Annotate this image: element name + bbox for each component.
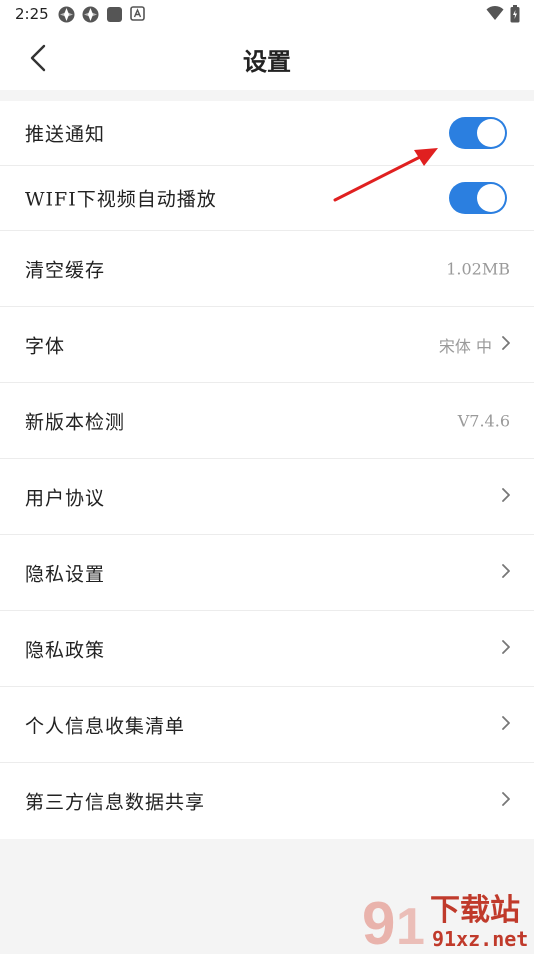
cache-size-value: 1.02MB (446, 259, 510, 278)
page-title: 设置 (243, 48, 291, 76)
a-letter-icon (130, 6, 145, 27)
chevron-right-icon (500, 791, 512, 811)
chevron-right-icon (500, 639, 512, 659)
status-icons-right (486, 5, 520, 27)
setting-row-privacy-policy[interactable]: 隐私政策 (0, 611, 534, 687)
setting-row-push-notification: 推送通知 (0, 101, 534, 166)
setting-row-wifi-autoplay: WIFI下视频自动播放 (0, 166, 534, 231)
setting-row-personal-info-list[interactable]: 个人信息收集清单 (0, 687, 534, 763)
setting-label: 新版本检测 (25, 411, 126, 433)
setting-label: 个人信息收集清单 (25, 715, 186, 737)
setting-control (500, 639, 512, 659)
chevron-right-icon (500, 335, 512, 355)
app-icon (82, 6, 99, 27)
watermark-logo: 9 1 下载站 91xz.net (360, 888, 534, 954)
toggle-knob (477, 184, 505, 212)
app-icon (58, 6, 75, 27)
watermark-url-text: 91xz.net (432, 927, 528, 950)
toggle-knob (477, 119, 505, 147)
setting-row-clear-cache[interactable]: 清空缓存 1.02MB (0, 231, 534, 307)
setting-control: V7.4.6 (458, 411, 510, 430)
setting-control (449, 182, 507, 214)
battery-icon (510, 5, 520, 27)
setting-label: 字体 (25, 335, 66, 357)
setting-label: 隐私设置 (25, 563, 106, 585)
setting-label: WIFI下视频自动播放 (25, 188, 217, 211)
svg-text:9: 9 (362, 890, 395, 950)
header: 设置 (0, 28, 534, 90)
status-time: 2:25 (15, 5, 49, 23)
font-value: 宋体 中 (438, 336, 492, 356)
setting-control (500, 791, 512, 811)
chevron-right-icon (500, 487, 512, 507)
watermark-cn-text: 下载站 (430, 893, 520, 928)
push-notification-toggle[interactable] (449, 117, 507, 149)
svg-text:1: 1 (396, 898, 425, 950)
setting-control (449, 117, 507, 149)
setting-label: 清空缓存 (25, 259, 106, 281)
setting-row-privacy-settings[interactable]: 隐私设置 (0, 535, 534, 611)
setting-row-user-agreement[interactable]: 用户协议 (0, 459, 534, 535)
chevron-right-icon (500, 563, 512, 583)
settings-list: 推送通知 WIFI下视频自动播放 清空缓存 1.02MB 字体 宋体 中 新版本… (0, 101, 534, 839)
setting-label: 用户协议 (25, 487, 106, 509)
setting-control: 1.02MB (446, 259, 510, 278)
red-arrow-annotation (330, 140, 445, 209)
setting-control (500, 715, 512, 735)
wifi-icon (486, 5, 504, 27)
setting-label: 第三方信息数据共享 (25, 791, 206, 814)
setting-control: 宋体 中 (439, 333, 512, 357)
wifi-autoplay-toggle[interactable] (449, 182, 507, 214)
status-bar: 2:25 (0, 0, 534, 28)
setting-control (500, 487, 512, 507)
setting-control (500, 563, 512, 583)
status-icons-left (58, 6, 145, 27)
square-icon (106, 6, 123, 27)
chevron-right-icon (500, 715, 512, 735)
setting-row-version-check[interactable]: 新版本检测 V7.4.6 (0, 383, 534, 459)
version-value: V7.4.6 (457, 411, 510, 430)
setting-label: 推送通知 (25, 123, 106, 146)
setting-label: 隐私政策 (25, 639, 106, 661)
setting-row-third-party-sharing[interactable]: 第三方信息数据共享 (0, 763, 534, 839)
setting-row-font[interactable]: 字体 宋体 中 (0, 307, 534, 383)
